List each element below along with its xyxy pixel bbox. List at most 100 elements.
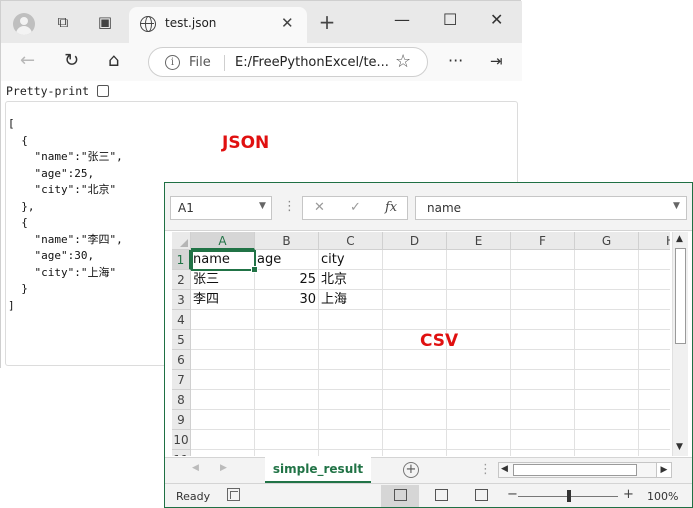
row-header-1[interactable]: 1 (172, 250, 191, 270)
cell-c1[interactable]: city (319, 250, 383, 270)
cell-f2[interactable] (511, 270, 575, 290)
sheet-tab-simple-result[interactable]: simple_result (265, 457, 371, 484)
cell-d1[interactable] (383, 250, 447, 270)
cell-b11[interactable] (255, 450, 319, 456)
cell-a10[interactable] (191, 430, 255, 450)
zoom-in-icon[interactable]: + (623, 487, 634, 502)
info-icon[interactable]: i (165, 55, 180, 70)
cell-d10[interactable] (383, 430, 447, 450)
scroll-right-icon[interactable]: ▶ (656, 462, 672, 478)
cell-b9[interactable] (255, 410, 319, 430)
cell-e9[interactable] (447, 410, 511, 430)
close-icon[interactable]: ✕ (281, 14, 294, 32)
cell-g9[interactable] (575, 410, 639, 430)
cell-g1[interactable] (575, 250, 639, 270)
row-header-3[interactable]: 3 (172, 290, 191, 310)
macro-icon[interactable] (227, 488, 240, 501)
cell-h9[interactable] (639, 410, 670, 430)
cell-g7[interactable] (575, 370, 639, 390)
zoom-level[interactable]: 100% (647, 490, 678, 503)
workspaces-icon[interactable]: ⧉ (53, 12, 73, 32)
tab-test-json[interactable]: test.json ✕ (129, 7, 307, 43)
cell-f10[interactable] (511, 430, 575, 450)
back-icon[interactable]: ← (20, 51, 35, 71)
cell-c4[interactable] (319, 310, 383, 330)
column-header-c[interactable]: C (319, 232, 383, 250)
cell-h10[interactable] (639, 430, 670, 450)
zoom-slider-thumb[interactable] (567, 490, 571, 502)
avatar[interactable] (13, 13, 35, 35)
cell-b7[interactable] (255, 370, 319, 390)
column-header-a[interactable]: A (191, 232, 255, 250)
cell-d7[interactable] (383, 370, 447, 390)
cell-b3[interactable]: 30 (255, 290, 319, 310)
window-close-icon[interactable]: ✕ (490, 10, 503, 29)
cell-b1[interactable]: age (255, 250, 319, 270)
cell-b6[interactable] (255, 350, 319, 370)
cell-c11[interactable] (319, 450, 383, 456)
column-header-f[interactable]: F (511, 232, 575, 250)
cell-e10[interactable] (447, 430, 511, 450)
cell-f4[interactable] (511, 310, 575, 330)
row-header-5[interactable]: 5 (172, 330, 191, 350)
sidebar-icon[interactable]: ⇥ (490, 51, 503, 71)
cell-f6[interactable] (511, 350, 575, 370)
row-header-11[interactable]: 11 (172, 450, 191, 456)
cell-e2[interactable] (447, 270, 511, 290)
cell-e1[interactable] (447, 250, 511, 270)
drag-handle-icon[interactable]: ⋮ (283, 199, 296, 214)
refresh-icon[interactable]: ↻ (64, 51, 79, 71)
row-header-4[interactable]: 4 (172, 310, 191, 330)
cell-f8[interactable] (511, 390, 575, 410)
cell-a11[interactable] (191, 450, 255, 456)
cell-a5[interactable] (191, 330, 255, 350)
cell-d4[interactable] (383, 310, 447, 330)
more-icon[interactable]: ··· (448, 51, 463, 71)
cell-d8[interactable] (383, 390, 447, 410)
cell-f11[interactable] (511, 450, 575, 456)
cell-h7[interactable] (639, 370, 670, 390)
cell-h1[interactable] (639, 250, 670, 270)
column-header-e[interactable]: E (447, 232, 511, 250)
cell-a8[interactable] (191, 390, 255, 410)
normal-view-icon[interactable] (381, 485, 419, 507)
next-sheet-icon[interactable]: ▶ (220, 463, 227, 473)
cell-b5[interactable] (255, 330, 319, 350)
star-icon[interactable]: ☆ (395, 51, 411, 72)
cell-a9[interactable] (191, 410, 255, 430)
select-all-corner[interactable] (172, 232, 191, 250)
pretty-print-checkbox[interactable] (97, 85, 109, 97)
row-header-9[interactable]: 9 (172, 410, 191, 430)
cell-h8[interactable] (639, 390, 670, 410)
cell-h2[interactable] (639, 270, 670, 290)
cell-b8[interactable] (255, 390, 319, 410)
page-break-preview-icon[interactable] (462, 485, 500, 507)
fx-icon[interactable]: fx (385, 200, 397, 215)
cell-g3[interactable] (575, 290, 639, 310)
cell-c3[interactable]: 上海 (319, 290, 383, 310)
row-header-2[interactable]: 2 (172, 270, 191, 290)
page-layout-icon[interactable] (422, 485, 460, 507)
cell-c2[interactable]: 北京 (319, 270, 383, 290)
horizontal-scroll-thumb[interactable] (513, 464, 637, 476)
cell-d6[interactable] (383, 350, 447, 370)
column-header-d[interactable]: D (383, 232, 447, 250)
formula-input[interactable]: name ▼ (415, 196, 687, 220)
cell-e4[interactable] (447, 310, 511, 330)
cell-d9[interactable] (383, 410, 447, 430)
column-header-b[interactable]: B (255, 232, 319, 250)
cell-f3[interactable] (511, 290, 575, 310)
cell-d11[interactable] (383, 450, 447, 456)
vertical-scrollbar[interactable]: ▲ ▼ (672, 232, 688, 456)
cell-b2[interactable]: 25 (255, 270, 319, 290)
horizontal-scrollbar[interactable]: ◀ (498, 462, 672, 478)
cell-e8[interactable] (447, 390, 511, 410)
cell-h5[interactable] (639, 330, 670, 350)
cell-g2[interactable] (575, 270, 639, 290)
cell-g6[interactable] (575, 350, 639, 370)
cell-e6[interactable] (447, 350, 511, 370)
cell-c8[interactable] (319, 390, 383, 410)
cell-h11[interactable] (639, 450, 670, 456)
cell-c5[interactable] (319, 330, 383, 350)
vertical-scroll-thumb[interactable] (675, 248, 686, 344)
